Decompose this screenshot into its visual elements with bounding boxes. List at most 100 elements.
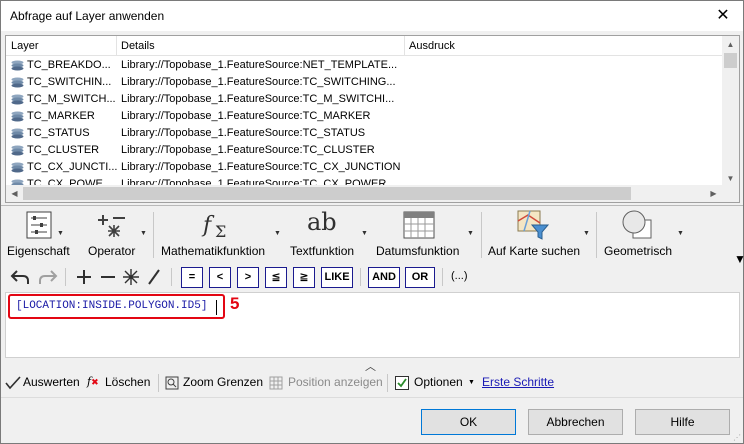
layer-details: Library://Topobase_1.FeatureSource:TC_MA…: [121, 110, 371, 122]
cancel-button[interactable]: Abbrechen: [528, 409, 623, 435]
ribbon-separator: [596, 212, 597, 258]
column-header-ausdruck[interactable]: Ausdruck: [409, 40, 455, 52]
layer-name: TC_MARKER: [27, 110, 95, 122]
table-row[interactable]: TC_MARKER Library://Topobase_1.FeatureSo…: [6, 108, 728, 125]
checkmark-icon: [5, 376, 21, 390]
vertical-scrollbar[interactable]: ▲ ▼: [722, 36, 739, 187]
text-caret: [216, 300, 217, 315]
search-map-button[interactable]: ▼ Auf Karte suchen: [487, 206, 591, 262]
minus-icon[interactable]: [98, 266, 118, 288]
scroll-left-icon[interactable]: ◀: [6, 185, 23, 202]
chevron-down-icon: ▼: [468, 379, 475, 386]
ok-button[interactable]: OK: [421, 409, 516, 435]
layer-stack-icon: [11, 77, 24, 88]
math-function-button[interactable]: f Σ ▼ Mathematikfunktion: [160, 206, 282, 262]
callout-number: 5: [230, 294, 240, 313]
layer-name: TC_BREAKDO...: [27, 59, 111, 71]
multiply-icon[interactable]: [121, 266, 141, 288]
layer-grid: Layer Details Ausdruck TC_BREAKDO... Lib…: [5, 35, 740, 203]
chevron-down-icon: ▼: [583, 230, 590, 237]
evaluate-button[interactable]: Auswerten: [23, 375, 80, 389]
table-row[interactable]: TC_M_SWITCH... Library://Topobase_1.Feat…: [6, 91, 728, 108]
layer-stack-icon: [11, 128, 24, 139]
chevron-down-icon: ▼: [361, 230, 368, 237]
options-button[interactable]: Optionen: [414, 375, 463, 389]
layer-details: Library://Topobase_1.FeatureSource:TC_CL…: [121, 144, 375, 156]
help-button[interactable]: Hilfe: [635, 409, 730, 435]
geometric-button[interactable]: ▼ Geometrisch: [603, 206, 685, 262]
layer-name: TC_SWITCHIN...: [27, 76, 112, 88]
less-than-button[interactable]: <: [209, 267, 231, 288]
plus-icon[interactable]: [74, 266, 94, 288]
scroll-thumb[interactable]: [724, 53, 737, 68]
grid-header: Layer Details Ausdruck: [6, 36, 728, 56]
operator-button[interactable]: ▼ Operator: [81, 206, 151, 262]
resize-grip-icon[interactable]: ⋰: [733, 433, 741, 442]
separator: [158, 374, 159, 392]
show-position-button[interactable]: Position anzeigen: [288, 375, 383, 389]
calendar-icon: [403, 211, 435, 239]
property-label: Eigenschaft: [7, 244, 70, 258]
divide-icon[interactable]: [144, 266, 164, 288]
operator-icon: [98, 215, 125, 237]
layer-name: TC_M_SWITCH...: [27, 93, 116, 105]
redo-icon[interactable]: [37, 266, 59, 288]
equals-button[interactable]: =: [181, 267, 203, 288]
scroll-up-icon[interactable]: ▲: [722, 36, 739, 53]
like-button[interactable]: LIKE: [321, 267, 353, 288]
date-function-button[interactable]: ▼ Datumsfunktion: [375, 206, 475, 262]
table-row[interactable]: TC_CLUSTER Library://Topobase_1.FeatureS…: [6, 142, 728, 159]
parentheses-button[interactable]: (...): [451, 270, 468, 282]
getting-started-link[interactable]: Erste Schritte: [482, 375, 554, 389]
horizontal-scrollbar[interactable]: ◀ ▶: [6, 185, 739, 202]
map-filter-icon: [517, 210, 550, 240]
layer-stack-icon: [11, 145, 24, 156]
geometric-label: Geometrisch: [604, 244, 673, 258]
property-list-icon: [26, 211, 52, 239]
edit-toolbar: = < > ≦ ≧ LIKE AND OR (...): [1, 263, 743, 291]
show-position-icon: [269, 376, 283, 390]
window-title: Abfrage auf Layer anwenden: [10, 9, 165, 23]
greater-equal-button[interactable]: ≧: [293, 267, 315, 288]
ribbon-separator: [153, 212, 154, 258]
expression-editor[interactable]: [LOCATION:INSIDE.POLYGON.ID5] 5: [5, 292, 740, 358]
expression-text: [LOCATION:INSIDE.POLYGON.ID5]: [16, 300, 208, 312]
zoom-extents-button[interactable]: Zoom Grenzen: [183, 375, 263, 389]
undo-icon[interactable]: [9, 266, 31, 288]
layer-details: Library://Topobase_1.FeatureSource:TC_ST…: [121, 127, 366, 139]
layer-name: TC_CX_JUNCTI...: [27, 161, 118, 173]
function-ribbon: ▼ Eigenschaft ▼ Operator f Σ ▼ Mathemati…: [1, 205, 744, 266]
or-button[interactable]: OR: [405, 267, 435, 288]
column-header-details[interactable]: Details: [121, 40, 155, 52]
table-row[interactable]: TC_SWITCHIN... Library://Topobase_1.Feat…: [6, 74, 728, 91]
clear-button[interactable]: Löschen: [105, 375, 150, 389]
chevron-down-icon: ▼: [57, 230, 64, 237]
layer-name: TC_STATUS: [27, 127, 90, 139]
column-header-layer[interactable]: Layer: [11, 40, 39, 52]
query-dialog: Abfrage auf Layer anwenden ✕ Layer Detai…: [0, 0, 744, 444]
layer-stack-icon: [11, 162, 24, 173]
operator-label: Operator: [88, 244, 136, 258]
command-bar: Auswerten f✖ Löschen Zoom Grenzen Positi…: [1, 371, 743, 395]
scroll-thumb[interactable]: [23, 187, 631, 200]
text-function-button[interactable]: ab ▼ Textfunktion: [289, 206, 369, 262]
svg-text:f: f: [201, 213, 215, 238]
scroll-right-icon[interactable]: ▶: [705, 185, 722, 202]
close-icon[interactable]: ✕: [703, 1, 743, 31]
table-row[interactable]: TC_BREAKDO... Library://Topobase_1.Featu…: [6, 57, 728, 74]
greater-than-button[interactable]: >: [237, 267, 259, 288]
checkbox-checked-icon[interactable]: [395, 376, 409, 390]
toolbar-separator: [65, 268, 66, 286]
table-row[interactable]: TC_CX_JUNCTI... Library://Topobase_1.Fea…: [6, 159, 728, 176]
title-bar: Abfrage auf Layer anwenden ✕: [1, 1, 743, 31]
text-function-label: Textfunktion: [290, 244, 355, 258]
layer-details: Library://Topobase_1.FeatureSource:NET_T…: [121, 59, 398, 71]
and-button[interactable]: AND: [368, 267, 400, 288]
layer-stack-icon: [11, 60, 24, 71]
layer-name: TC_CLUSTER: [27, 144, 100, 156]
math-function-icon: f Σ: [201, 213, 226, 240]
less-equal-button[interactable]: ≦: [265, 267, 287, 288]
search-map-label: Auf Karte suchen: [488, 244, 581, 258]
table-row[interactable]: TC_STATUS Library://Topobase_1.FeatureSo…: [6, 125, 728, 142]
property-button[interactable]: ▼ Eigenschaft: [5, 206, 73, 262]
